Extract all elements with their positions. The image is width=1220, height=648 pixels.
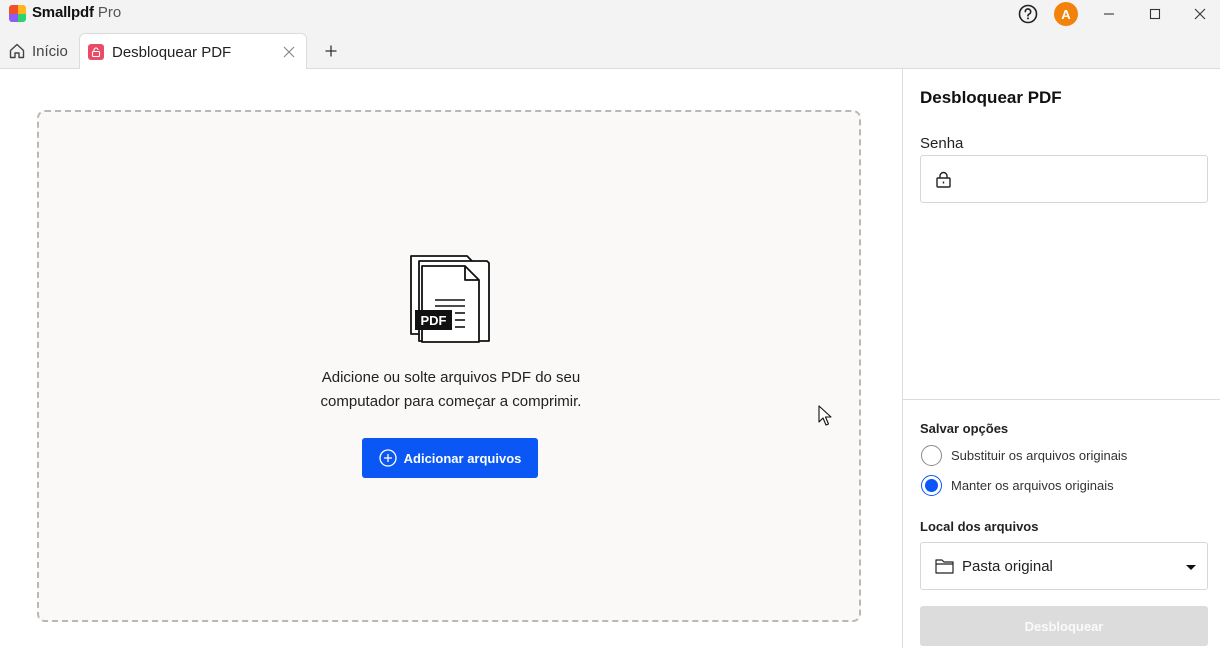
- home-icon: [9, 43, 25, 59]
- tab-bar: Início Desbloquear PDF: [0, 28, 1220, 70]
- password-field[interactable]: [920, 155, 1208, 203]
- panel-title: Desbloquear PDF: [920, 88, 1062, 107]
- radio-label: Manter os arquivos originais: [951, 478, 1114, 493]
- password-label: Senha: [920, 135, 964, 152]
- radio-replace-originals[interactable]: Substituir os arquivos originais: [921, 445, 1127, 466]
- smallpdf-logo-icon: [9, 5, 26, 22]
- pdf-illustration-label: PDF: [421, 313, 447, 328]
- file-location-value: Pasta original: [962, 557, 1053, 575]
- file-location-title: Local dos arquivos: [920, 519, 1039, 534]
- brand-name: Smallpdf: [32, 4, 94, 21]
- instruction-line-1: Adicione ou solte arquivos PDF do seu: [321, 369, 581, 386]
- minimize-icon[interactable]: [1096, 2, 1122, 26]
- avatar[interactable]: A: [1054, 2, 1078, 26]
- unlock-icon: [88, 44, 104, 60]
- maximize-icon[interactable]: [1142, 2, 1168, 26]
- add-files-label: Adicionar arquivos: [403, 450, 522, 466]
- radio-button-checked[interactable]: [921, 475, 942, 496]
- tab-active-label: Desbloquear PDF: [112, 43, 232, 61]
- tab-home-label: Início: [32, 42, 68, 60]
- folder-icon: [935, 559, 954, 574]
- file-dropzone[interactable]: PDF Adicione ou solte arquivos PDF do se…: [37, 110, 861, 622]
- lock-icon: [936, 171, 951, 188]
- window-close-icon[interactable]: [1188, 2, 1212, 26]
- panel-divider: [903, 399, 1220, 400]
- main-area: PDF Adicione ou solte arquivos PDF do se…: [0, 69, 902, 648]
- help-icon[interactable]: [1017, 2, 1039, 26]
- app-brand: Smallpdf Pro: [32, 4, 121, 22]
- tab-home[interactable]: Início: [8, 34, 68, 68]
- brand-suffix: Pro: [97, 4, 122, 21]
- unlock-button[interactable]: Desbloquear: [920, 606, 1208, 646]
- instruction-line-2: computador para começar a comprimir.: [320, 393, 582, 410]
- radio-button[interactable]: [921, 445, 942, 466]
- radio-label: Substituir os arquivos originais: [951, 448, 1128, 463]
- tab-desbloquear-pdf[interactable]: Desbloquear PDF: [79, 33, 307, 70]
- caret-down-icon: [1186, 565, 1196, 570]
- radio-keep-originals[interactable]: Manter os arquivos originais: [921, 475, 1114, 496]
- settings-panel: Desbloquear PDF Senha Salvar opções Subs…: [902, 69, 1220, 648]
- pdf-files-icon: PDF: [410, 255, 490, 343]
- mouse-cursor-icon: [818, 405, 832, 426]
- title-bar: Smallpdf Pro A: [0, 0, 1220, 28]
- tab-close-icon[interactable]: [280, 43, 298, 61]
- file-location-select[interactable]: Pasta original: [920, 542, 1208, 590]
- save-options-title: Salvar opções: [920, 421, 1009, 436]
- dropzone-instruction: Adicione ou solte arquivos PDF do seu co…: [251, 366, 651, 414]
- plus-circle-icon: [378, 449, 397, 467]
- password-input[interactable]: [961, 156, 1201, 202]
- add-files-button[interactable]: Adicionar arquivos: [362, 438, 538, 478]
- plus-icon[interactable]: [320, 40, 342, 62]
